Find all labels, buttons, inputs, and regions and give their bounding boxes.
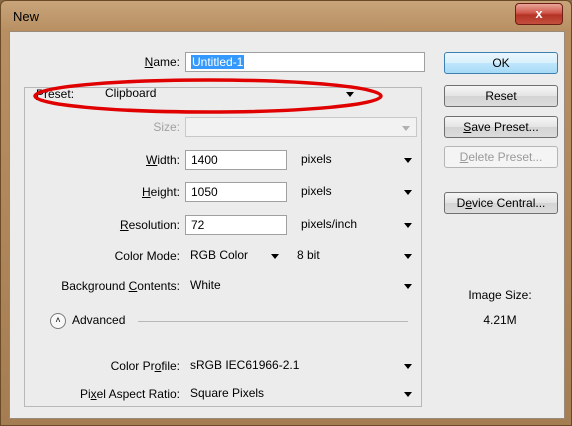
- height-unit-value: pixels: [301, 184, 332, 198]
- new-document-dialog: New x Name: Untitled-1 Preset: Clipboard…: [0, 0, 572, 426]
- advanced-label: Advanced: [72, 313, 126, 327]
- width-unit-value: pixels: [301, 152, 332, 166]
- resolution-label: Resolution:: [119, 218, 180, 232]
- background-chevron-down-icon: [404, 284, 412, 289]
- window-title: New: [13, 9, 40, 24]
- color-mode-label: Color Mode:: [114, 249, 180, 263]
- image-size-value: 4.21M: [483, 313, 517, 327]
- ok-button[interactable]: OK: [444, 52, 558, 74]
- image-size-label: Image Size:: [468, 288, 532, 302]
- title-bar[interactable]: New x: [1, 1, 571, 31]
- height-unit-dropdown[interactable]: pixels: [296, 182, 418, 202]
- pixel-aspect-ratio-value: Square Pixels: [190, 386, 265, 400]
- width-input[interactable]: 1400: [185, 150, 287, 170]
- bit-depth-chevron-down-icon: [404, 254, 412, 259]
- device-central-button[interactable]: Device Central...: [444, 192, 558, 214]
- color-mode-value: RGB Color: [190, 248, 249, 262]
- pixel-aspect-ratio-dropdown[interactable]: Square Pixels: [185, 384, 418, 404]
- size-dropdown: [185, 117, 417, 137]
- advanced-toggle-button[interactable]: ˄: [50, 313, 66, 329]
- close-icon: x: [535, 6, 543, 21]
- name-label: Name:: [144, 55, 180, 69]
- bit-depth-dropdown[interactable]: 8 bit: [292, 246, 418, 266]
- color-profile-dropdown[interactable]: sRGB IEC61966-2.1: [185, 356, 418, 376]
- name-input-value: Untitled-1: [191, 55, 245, 69]
- bit-depth-value: 8 bit: [297, 248, 320, 262]
- width-unit-chevron-down-icon: [404, 158, 412, 163]
- color-mode-chevron-down-icon: [271, 254, 279, 259]
- advanced-divider: [138, 321, 408, 322]
- background-contents-value: White: [190, 278, 221, 292]
- height-unit-chevron-down-icon: [404, 190, 412, 195]
- background-contents-label: Background Contents:: [61, 279, 180, 293]
- red-annotation-ellipse: [33, 78, 383, 114]
- color-profile-label: Color Profile:: [110, 359, 180, 373]
- delete-preset-button: Delete Preset...: [444, 146, 558, 168]
- save-preset-button[interactable]: Save Preset...: [444, 116, 558, 138]
- resolution-unit-value: pixels/inch: [301, 217, 358, 231]
- size-label: Size:: [153, 120, 180, 134]
- close-button[interactable]: x: [515, 3, 563, 25]
- size-chevron-down-icon: [402, 126, 410, 131]
- dialog-body: Name: Untitled-1 Preset: Clipboard Size:…: [9, 31, 565, 419]
- resolution-unit-dropdown[interactable]: pixels/inch: [296, 215, 418, 235]
- height-label: Height:: [141, 185, 180, 199]
- chevron-up-icon: ˄: [55, 315, 61, 325]
- color-mode-dropdown[interactable]: RGB Color: [185, 246, 285, 266]
- pixel-aspect-chevron-down-icon: [404, 392, 412, 397]
- resolution-unit-chevron-down-icon: [404, 223, 412, 228]
- resolution-input[interactable]: 72: [185, 215, 287, 235]
- reset-button[interactable]: Reset: [444, 85, 558, 107]
- background-contents-dropdown[interactable]: White: [185, 276, 418, 296]
- pixel-aspect-ratio-label: Pixel Aspect Ratio:: [79, 387, 180, 401]
- name-input[interactable]: Untitled-1: [185, 52, 425, 72]
- width-label: Width:: [145, 153, 180, 167]
- height-input[interactable]: 1050: [185, 182, 287, 202]
- color-profile-chevron-down-icon: [404, 364, 412, 369]
- color-profile-value: sRGB IEC61966-2.1: [190, 358, 300, 372]
- width-unit-dropdown[interactable]: pixels: [296, 150, 418, 170]
